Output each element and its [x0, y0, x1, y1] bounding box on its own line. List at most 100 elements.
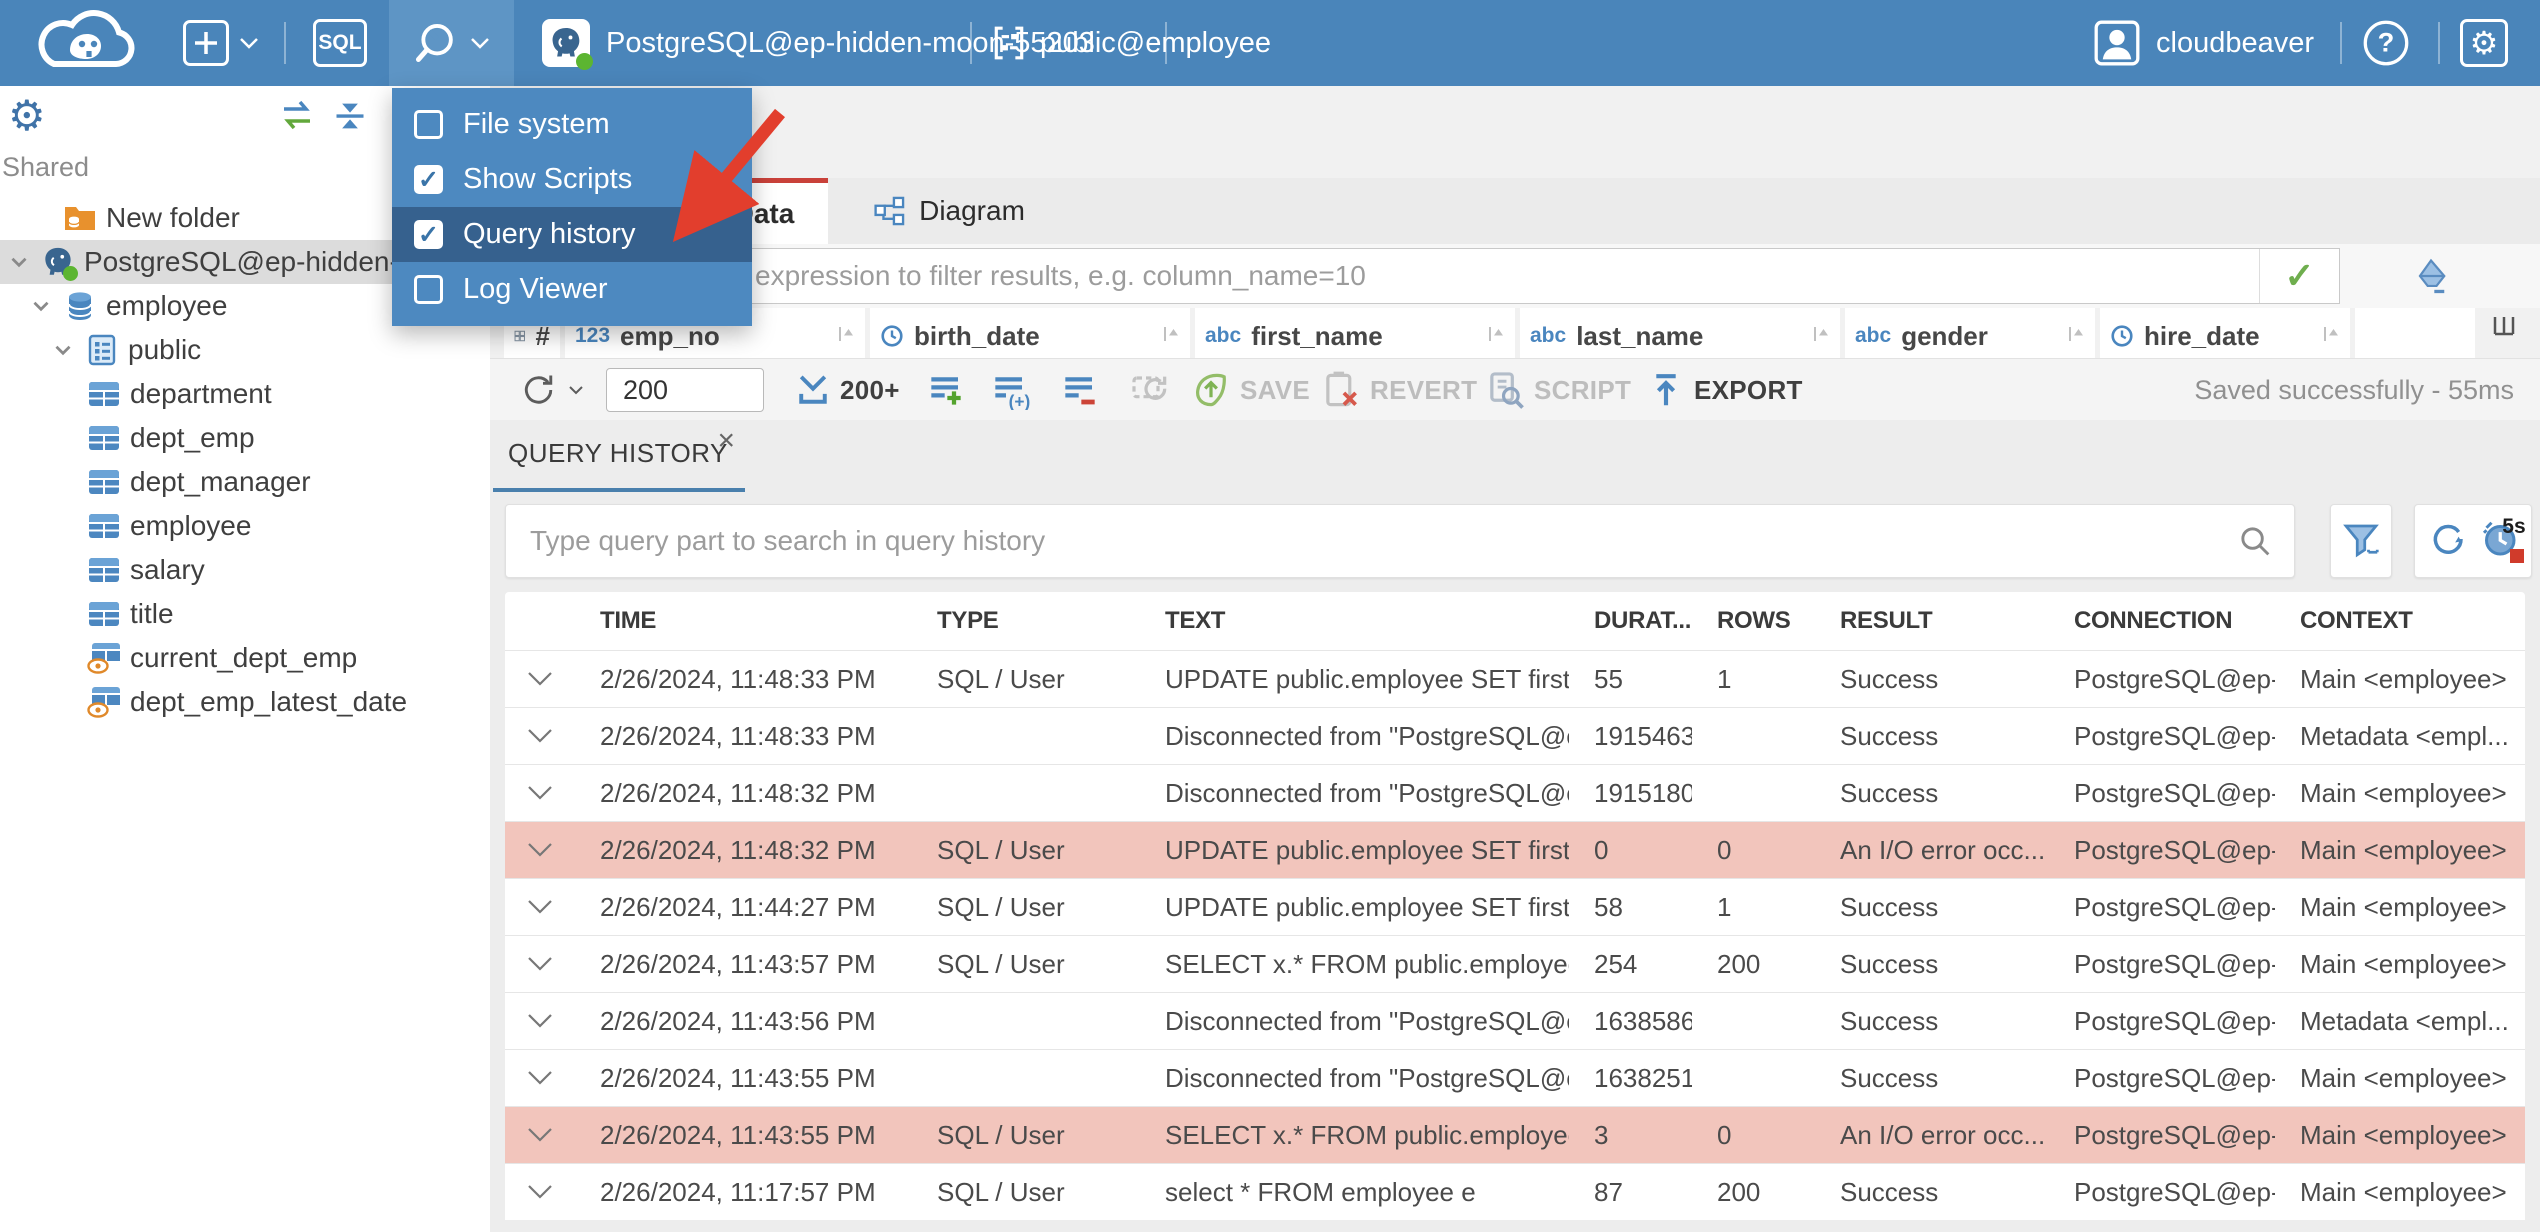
sql-editor-button[interactable]: SQL [313, 0, 367, 86]
column-header-text[interactable]: TEXT [1140, 607, 1569, 635]
tools-menu-trigger[interactable] [389, 0, 514, 86]
tree-item-table-employee[interactable]: employee [0, 504, 490, 548]
save-icon [1196, 373, 1226, 407]
column-header-context[interactable]: CONTEXT [2275, 607, 2525, 635]
grid-column-birth-date[interactable]: birth_date [870, 308, 1190, 358]
duplicate-row-button[interactable]: (+) [990, 359, 1030, 421]
table-icon [86, 377, 122, 411]
expand-chevron-icon[interactable] [505, 786, 575, 800]
query-history-tab[interactable]: QUERY HISTORY × [493, 420, 745, 492]
query-history-filter-button[interactable] [2330, 504, 2392, 578]
column-header-duration[interactable]: DURAT... [1569, 607, 1692, 635]
checkbox-checked-icon[interactable]: ✓ [414, 220, 443, 249]
grid-column-first-name[interactable]: abc first_name [1195, 308, 1515, 358]
add-row-button[interactable] [926, 359, 966, 421]
delete-row-icon [1065, 377, 1095, 405]
script-button[interactable]: SCRIPT [1486, 359, 1631, 421]
query-history-row[interactable]: 2/26/2024, 11:48:33 PM Disconnected from… [505, 707, 2525, 764]
tab-diagram[interactable]: Diagram [828, 178, 1070, 244]
chevron-down-icon[interactable] [28, 294, 54, 318]
sort-icon[interactable] [2065, 324, 2085, 349]
delete-row-button[interactable] [1060, 359, 1100, 421]
tree-item-table-salary[interactable]: salary [0, 548, 490, 592]
tree-item-table-dept-manager[interactable]: dept_manager [0, 460, 490, 504]
tree-item-schema-public[interactable]: public [0, 328, 490, 372]
expand-chevron-icon[interactable] [505, 1071, 575, 1085]
close-icon[interactable]: × [717, 426, 735, 456]
user-menu[interactable]: cloudbeaver [2094, 0, 2314, 86]
query-history-row[interactable]: 2/26/2024, 11:43:57 PM SQL / User SELECT… [505, 935, 2525, 992]
expand-chevron-icon[interactable] [505, 729, 575, 743]
query-history-row[interactable]: 2/26/2024, 11:44:27 PM SQL / User UPDATE… [505, 878, 2525, 935]
tree-item-table-department[interactable]: department [0, 372, 490, 416]
sort-icon[interactable] [835, 324, 855, 349]
expand-chevron-icon[interactable] [505, 672, 575, 686]
diagram-icon [874, 196, 905, 226]
collapse-all-icon[interactable] [332, 98, 368, 139]
settings-button[interactable]: ⚙ [2460, 0, 2508, 86]
cloud-beaver-logo-icon [38, 10, 135, 67]
sort-icon[interactable] [2320, 324, 2340, 349]
menu-item-log-viewer[interactable]: ✓ Log Viewer [392, 262, 752, 317]
script-icon [1490, 372, 1524, 409]
table-icon [86, 421, 122, 455]
auto-refresh-timer-icon[interactable]: 5s [2480, 515, 2526, 563]
grid-column-gender[interactable]: abc gender [1845, 308, 2095, 358]
query-history-row-error[interactable]: 2/26/2024, 11:48:32 PM SQL / User UPDATE… [505, 821, 2525, 878]
column-header-rows[interactable]: ROWS [1692, 607, 1815, 635]
data-grid-header: # 123 emp_no birth_date abc first_name a… [504, 308, 2540, 358]
refresh-button[interactable] [518, 359, 584, 421]
checkbox-checked-icon[interactable]: ✓ [414, 165, 443, 194]
navigator-settings-gear-icon[interactable]: ⚙ [8, 90, 46, 142]
number-type-icon: 123 [575, 324, 611, 347]
sort-icon[interactable] [1810, 324, 1830, 349]
expand-chevron-icon[interactable] [505, 1185, 575, 1199]
query-history-row[interactable]: 2/26/2024, 11:43:56 PM Disconnected from… [505, 992, 2525, 1049]
row-limit-input[interactable] [606, 368, 764, 412]
query-history-row[interactable]: 2/26/2024, 11:48:32 PM Disconnected from… [505, 764, 2525, 821]
topbar-divider [2438, 22, 2440, 64]
revert-button[interactable]: REVERT [1322, 359, 1477, 421]
sort-icon[interactable] [1485, 324, 1505, 349]
expand-chevron-icon[interactable] [505, 843, 575, 857]
schema-selector[interactable]: public@employee [992, 0, 1271, 86]
refresh-grid-button[interactable] [1130, 359, 1170, 421]
save-button[interactable]: SAVE [1192, 359, 1310, 421]
grid-column-last-name[interactable]: abc last_name [1520, 308, 1840, 358]
query-history-row-error[interactable]: 2/26/2024, 11:43:55 PM SQL / User SELECT… [505, 1106, 2525, 1163]
column-header-time[interactable]: TIME [575, 607, 912, 635]
expand-chevron-icon[interactable] [505, 1128, 575, 1142]
expand-chevron-icon[interactable] [505, 900, 575, 914]
query-history-header: TIME TYPE TEXT DURAT... ROWS RESULT CONN… [505, 592, 2525, 650]
filter-input[interactable] [741, 249, 2259, 303]
grid-panels-icon[interactable] [2490, 314, 2518, 345]
query-history-row[interactable]: 2/26/2024, 11:48:33 PM SQL / User UPDATE… [505, 650, 2525, 707]
tree-item-table-title[interactable]: title [0, 592, 490, 636]
expand-chevron-icon[interactable] [505, 1014, 575, 1028]
chevron-down-icon[interactable] [6, 250, 32, 274]
help-button[interactable]: ? [2362, 0, 2410, 86]
query-history-row[interactable]: 2/26/2024, 11:17:57 PM SQL / User select… [505, 1163, 2525, 1220]
refresh-icon[interactable] [2426, 518, 2468, 565]
sync-connection-icon[interactable] [276, 98, 318, 139]
apply-filter-check-icon[interactable]: ✓ [2259, 249, 2339, 303]
checkbox-unchecked-icon[interactable]: ✓ [414, 275, 443, 304]
export-button[interactable]: EXPORT [1648, 359, 1803, 421]
tree-item-view-dept-emp-latest-date[interactable]: dept_emp_latest_date [0, 680, 490, 724]
query-history-row[interactable]: 2/26/2024, 11:43:55 PM Disconnected from… [505, 1049, 2525, 1106]
expand-chevron-icon[interactable] [505, 957, 575, 971]
new-object-button[interactable] [183, 0, 259, 86]
sort-icon[interactable] [1160, 324, 1180, 349]
tree-item-table-dept-emp[interactable]: dept_emp [0, 416, 490, 460]
query-history-search-input[interactable] [506, 525, 2238, 557]
chevron-down-icon[interactable] [50, 338, 76, 362]
checkbox-unchecked-icon[interactable]: ✓ [414, 110, 443, 139]
tree-item-view-current-dept-emp[interactable]: current_dept_emp [0, 636, 490, 680]
column-header-connection[interactable]: CONNECTION [2049, 607, 2275, 635]
grid-column-hire-date[interactable]: hire_date [2100, 308, 2350, 358]
eraser-icon[interactable] [2410, 256, 2452, 301]
column-header-type[interactable]: TYPE [912, 607, 1140, 635]
fetch-more-button[interactable]: 200+ [796, 359, 900, 421]
column-header-result[interactable]: RESULT [1815, 607, 2049, 635]
cloudbeaver-logo[interactable] [24, 0, 148, 86]
